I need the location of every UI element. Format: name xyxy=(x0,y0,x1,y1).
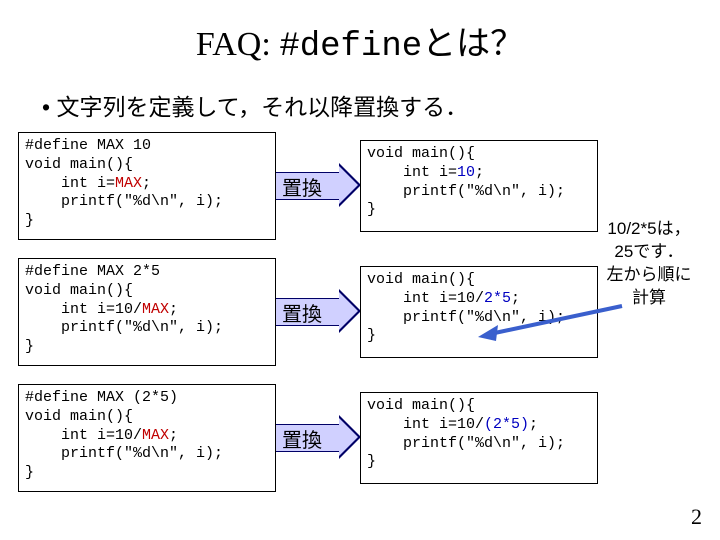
title-suffix: とは？ xyxy=(422,26,524,63)
replaced-token: 10 xyxy=(457,164,475,181)
code-after: void main(){ int i=10; printf("%d\n", i)… xyxy=(360,140,598,232)
replace-arrow: 置換 xyxy=(276,160,360,210)
max-token: MAX xyxy=(142,301,169,318)
arrow-label: 置換 xyxy=(282,424,322,453)
arrow-head-icon xyxy=(339,163,361,207)
note-line: 計算 xyxy=(632,288,666,307)
title-code: #define xyxy=(279,28,422,66)
max-token: MAX xyxy=(115,175,142,192)
title-prefix: FAQ: xyxy=(196,26,279,63)
example-rows: #define MAX 10 void main(){ int i=MAX; p… xyxy=(18,132,720,502)
replace-arrow: 置換 xyxy=(276,286,360,336)
arrow-label: 置換 xyxy=(282,172,322,201)
max-token: MAX xyxy=(142,427,169,444)
slide-title: FAQ: #defineとは？ xyxy=(0,0,720,66)
arrow-head-icon xyxy=(339,289,361,333)
page-number: 2 xyxy=(691,504,702,530)
code-before: #define MAX 2*5 void main(){ int i=10/MA… xyxy=(18,258,276,366)
note-line: 左から順に xyxy=(607,265,692,284)
code-after: void main(){ int i=10/2*5; printf("%d\n"… xyxy=(360,266,598,358)
note-line: 25です． xyxy=(614,242,683,261)
replaced-token: 2*5 xyxy=(484,290,511,307)
code-before: #define MAX 10 void main(){ int i=MAX; p… xyxy=(18,132,276,240)
bullet-text: • 文字列を定義して，それ以降置換する． xyxy=(42,88,720,122)
code-before: #define MAX (2*5) void main(){ int i=10/… xyxy=(18,384,276,492)
note-line: 10/2*5は， xyxy=(607,219,690,238)
example-row: #define MAX (2*5) void main(){ int i=10/… xyxy=(18,384,720,502)
code-after: void main(){ int i=10/(2*5); printf("%d\… xyxy=(360,392,598,484)
arrow-label: 置換 xyxy=(282,298,322,327)
arrow-head-icon xyxy=(339,415,361,459)
side-note: 10/2*5は， 25です． 左から順に 計算 xyxy=(590,218,708,310)
replace-arrow: 置換 xyxy=(276,412,360,462)
slide: FAQ: #defineとは？ • 文字列を定義して，それ以降置換する． #de… xyxy=(0,0,720,540)
replaced-token: (2*5) xyxy=(484,416,529,433)
